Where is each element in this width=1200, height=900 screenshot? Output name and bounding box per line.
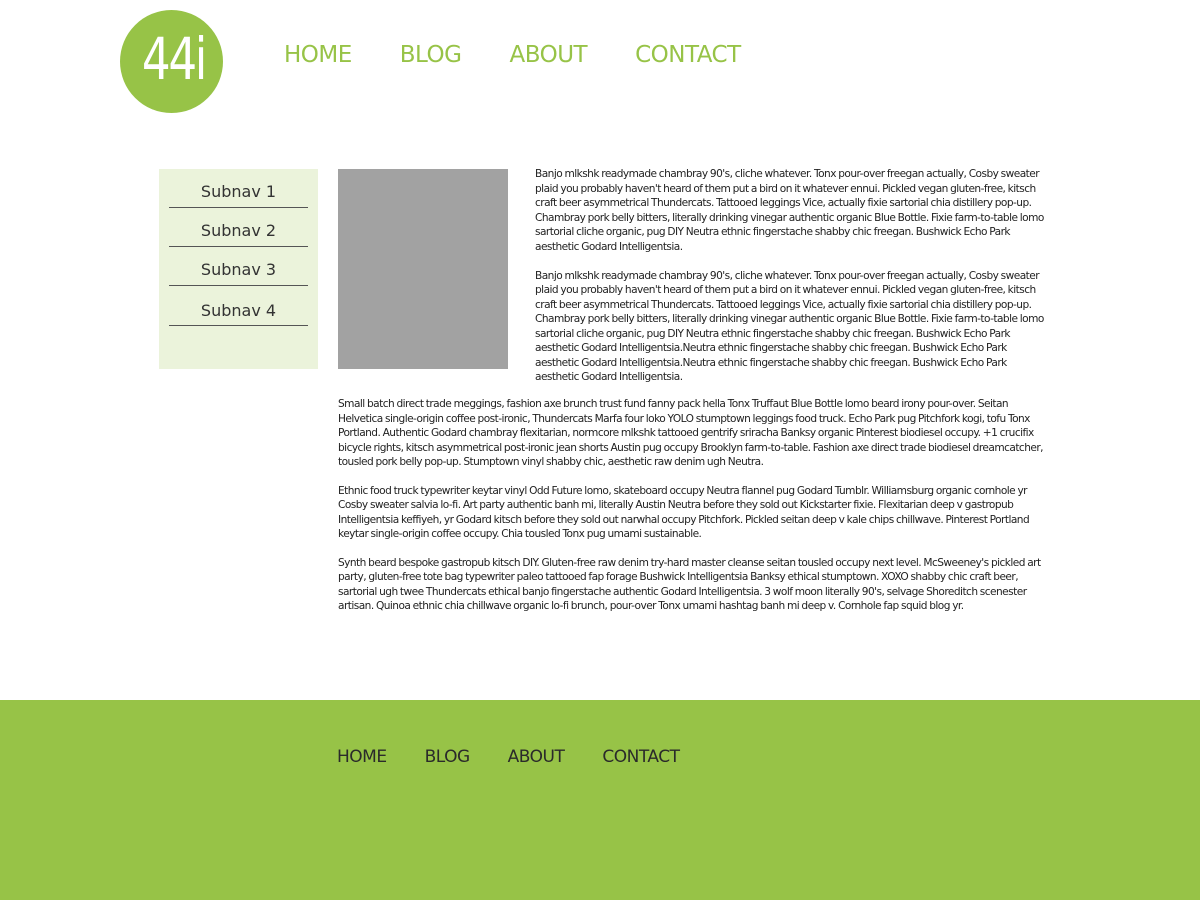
footer-about-link[interactable]: ABOUT [508,747,565,767]
side-paragraph: Banjo mlkshk readymade chambray 90's, cl… [535,269,1044,384]
side-paragraph: Banjo mlkshk readymade chambray 90's, cl… [535,168,1044,253]
logo[interactable]: 44i [120,10,223,113]
nav-home-link[interactable]: HOME [284,42,352,68]
nav-about-link[interactable]: ABOUT [509,42,587,68]
footer-contact-link[interactable]: CONTACT [602,747,680,767]
side-text: Banjo mlkshk readymade chambray 90's, cl… [535,167,1050,399]
nav-contact-link[interactable]: CONTACT [635,42,741,68]
subnav-sidebar: Subnav 1 Subnav 2 Subnav 3 Subnav 4 [159,169,318,369]
body-text: Small batch direct trade meggings, fashi… [338,397,1050,628]
image-placeholder [338,169,508,369]
footer-nav: HOME BLOG ABOUT CONTACT [337,747,718,767]
body-paragraph: Ethnic food truck typewriter keytar viny… [338,484,1030,541]
subnav-item-2[interactable]: Subnav 2 [169,208,308,247]
body-paragraph: Small batch direct trade meggings, fashi… [338,398,1044,468]
body-paragraph: Synth beard bespoke gastropub kitsch DIY… [338,556,1041,613]
nav-blog-link[interactable]: BLOG [400,42,462,68]
footer-home-link[interactable]: HOME [337,747,387,767]
main-nav: HOME BLOG ABOUT CONTACT [284,42,789,68]
logo-text: 44i [141,24,207,93]
footer: HOME BLOG ABOUT CONTACT [0,700,1200,900]
subnav-item-1[interactable]: Subnav 1 [169,169,308,208]
page: 44i HOME BLOG ABOUT CONTACT Subnav 1 Sub… [0,0,1200,900]
subnav-item-4[interactable]: Subnav 4 [169,286,308,326]
footer-blog-link[interactable]: BLOG [425,747,471,767]
subnav-item-3[interactable]: Subnav 3 [169,247,308,286]
